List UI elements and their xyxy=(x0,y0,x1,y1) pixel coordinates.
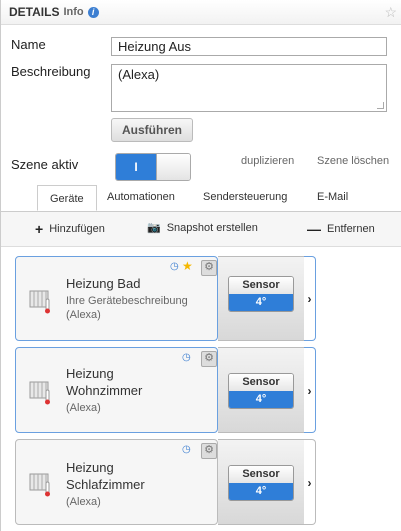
description-textarea[interactable]: (Alexa) xyxy=(111,64,387,112)
camera-icon: 📷 xyxy=(147,222,161,234)
device-card-body[interactable]: Heizung Wohnzimmer (Alexa) ◷ ⚙ xyxy=(15,347,218,433)
details-header: DETAILS Info i ☆ xyxy=(1,0,401,25)
gear-icon[interactable]: ⚙ xyxy=(201,351,217,367)
tab-devices[interactable]: Geräte xyxy=(37,185,97,211)
run-button[interactable]: Ausführen xyxy=(111,118,193,142)
scene-active-toggle[interactable]: I xyxy=(115,153,191,181)
info-icon[interactable]: i xyxy=(87,6,99,18)
clock-icon[interactable]: ◷ xyxy=(182,352,191,363)
sensor-label: Sensor xyxy=(229,374,293,391)
chevron-right-icon[interactable]: › xyxy=(304,256,316,341)
details-panel: DETAILS Info i ☆ Name Heizung Aus Beschr… xyxy=(0,0,401,531)
gear-icon[interactable]: ⚙ xyxy=(201,260,217,276)
clock-icon[interactable]: ◷ xyxy=(182,444,191,455)
device-card-heizung-schlafzimmer: Heizung Schlafzimmer (Alexa) ◷ ⚙ Sensor … xyxy=(15,439,316,525)
name-input[interactable]: Heizung Aus xyxy=(111,37,387,56)
device-sub: (Alexa) xyxy=(66,402,101,414)
sensor-button[interactable]: Sensor 4° xyxy=(228,465,294,501)
tab-bar: Geräte Automationen Sendersteuerung E-Ma… xyxy=(1,185,401,212)
resize-grip-icon[interactable] xyxy=(377,102,384,109)
snapshot-label: Snapshot erstellen xyxy=(166,221,258,234)
device-name: Heizung Bad xyxy=(66,276,141,291)
sensor-value: 4° xyxy=(229,483,293,500)
radiator-icon xyxy=(29,473,50,497)
gear-icon[interactable]: ⚙ xyxy=(201,443,217,459)
sensor-button[interactable]: Sensor 4° xyxy=(228,276,294,312)
remove-label: Entfernen xyxy=(327,223,375,235)
tab-sender-control[interactable]: Sendersteuerung xyxy=(203,191,287,203)
add-button[interactable]: + Hinzufügen xyxy=(35,221,105,237)
device-name-line1: Heizung xyxy=(66,460,114,475)
minus-icon: — xyxy=(307,221,321,237)
delete-scene-link[interactable]: Szene löschen xyxy=(317,155,389,167)
clock-icon[interactable]: ◷ xyxy=(170,261,179,272)
chevron-right-icon[interactable]: › xyxy=(304,347,316,433)
details-title: DETAILS xyxy=(9,5,60,19)
description-label: Beschreibung xyxy=(11,64,91,79)
favorite-star-outline-icon[interactable]: ☆ xyxy=(384,4,397,21)
radiator-icon xyxy=(29,381,50,405)
snapshot-button[interactable]: 📷 Snapshot erstellen xyxy=(147,221,258,235)
sensor-button[interactable]: Sensor 4° xyxy=(228,373,294,409)
plus-icon: + xyxy=(35,221,44,237)
device-description: Ihre Gerätebeschreibung xyxy=(66,295,188,307)
name-label: Name xyxy=(11,37,46,52)
remove-button[interactable]: — Entfernen xyxy=(307,221,375,237)
chevron-right-icon[interactable]: › xyxy=(304,439,316,525)
radiator-icon xyxy=(29,290,50,314)
device-sub: (Alexa) xyxy=(66,496,101,508)
toggle-on-indicator: I xyxy=(116,154,156,180)
sensor-panel: Sensor 4° xyxy=(218,439,304,525)
duplicate-link[interactable]: duplizieren xyxy=(241,155,294,167)
device-card-body[interactable]: Heizung Bad Ihre Gerätebeschreibung (Ale… xyxy=(15,256,218,341)
sensor-panel: Sensor 4° xyxy=(218,256,304,341)
description-text: (Alexa) xyxy=(118,67,160,82)
toggle-knob xyxy=(156,154,190,180)
sensor-label: Sensor xyxy=(229,277,293,294)
tab-automations[interactable]: Automationen xyxy=(107,191,175,203)
device-name-line2: Schlafzimmer xyxy=(66,477,145,492)
add-label: Hinzufügen xyxy=(49,223,105,235)
favorite-star-icon[interactable]: ★ xyxy=(182,259,193,273)
sensor-value: 4° xyxy=(229,391,293,408)
tab-email[interactable]: E-Mail xyxy=(317,191,348,203)
sensor-value: 4° xyxy=(229,294,293,311)
device-card-body[interactable]: Heizung Schlafzimmer (Alexa) ◷ ⚙ xyxy=(15,439,218,525)
device-card-heizung-wohnzimmer: Heizung Wohnzimmer (Alexa) ◷ ⚙ Sensor 4°… xyxy=(15,347,316,433)
device-card-heizung-bad: Heizung Bad Ihre Gerätebeschreibung (Ale… xyxy=(15,256,316,341)
device-name-line2: Wohnzimmer xyxy=(66,383,143,398)
scene-active-label: Szene aktiv xyxy=(11,157,79,172)
sensor-panel: Sensor 4° xyxy=(218,347,304,433)
device-name-line1: Heizung xyxy=(66,366,114,381)
details-subtitle: Info xyxy=(63,6,84,18)
device-sub: (Alexa) xyxy=(66,309,101,321)
sensor-label: Sensor xyxy=(229,466,293,483)
device-toolbar: + Hinzufügen 📷 Snapshot erstellen — Entf… xyxy=(1,212,401,247)
